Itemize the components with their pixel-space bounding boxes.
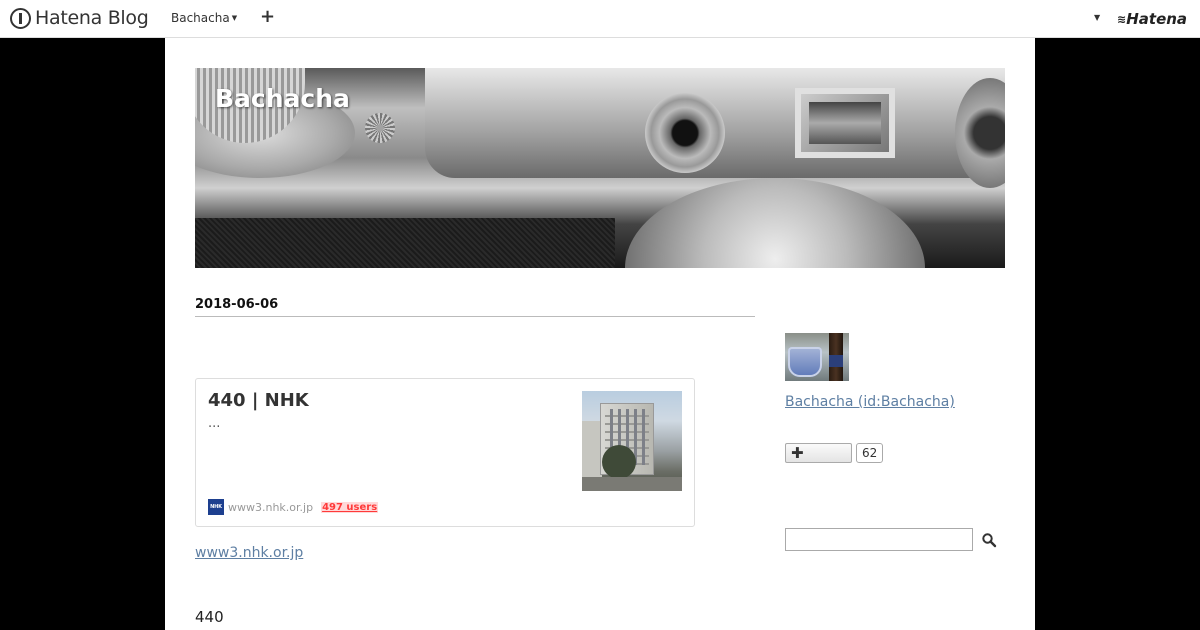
hatena-blog-logo-icon [10,7,31,29]
embedded-link-card[interactable]: 440 | NHK ... NHK www3.nhk.or.jp 497 use… [195,378,695,527]
account-menu-caret-icon[interactable]: ▼ [1094,13,1100,22]
plus-icon: ✚ [791,444,804,462]
banner-leather [195,218,615,268]
banner-eyepiece [645,93,725,173]
global-header: Hatena Blog Bachacha ▼ + ▼ ≋ Hatena [0,0,1200,38]
hatena-blog-logo[interactable]: Hatena Blog [10,7,149,29]
avatar-cup [788,347,822,377]
search-icon[interactable] [981,532,997,548]
entry-body-text: 440 [195,608,224,626]
thumb-building-side [582,421,602,481]
caret-down-icon: ▼ [231,14,238,22]
card-domain: www3.nhk.or.jp [228,500,314,514]
add-button[interactable]: + [260,6,275,27]
profile-avatar[interactable] [785,333,849,381]
follow-button[interactable]: ✚ [785,443,852,463]
blog-menu-dropdown[interactable]: Bachacha ▼ [171,11,237,25]
profile-name-link[interactable]: Bachacha (id:Bachacha) [785,394,955,410]
date-divider [195,316,755,317]
source-link[interactable]: www3.nhk.or.jp [195,545,303,561]
banner-viewfinder-window [795,88,895,158]
hatena-logo[interactable]: ≋ Hatena [1117,10,1187,28]
bookmark-users-badge[interactable]: 497 users [321,501,379,513]
blog-menu-label: Bachacha [171,11,230,25]
avatar-bottle-label [829,355,843,367]
logo-text: Hatena Blog [35,7,149,29]
follower-count: 62 [856,443,884,463]
blog-container: Bachacha 2018-06-06 440 | NHK ... NHK ww… [165,38,1035,630]
card-footer: NHK www3.nhk.or.jp 497 users [208,499,379,515]
entry-date[interactable]: 2018-06-06 [195,297,278,312]
hatena-logo-text: Hatena [1126,10,1188,28]
search-input[interactable] [785,528,973,551]
card-description: ... [208,416,221,431]
header-banner-image[interactable]: Bachacha [195,68,1005,268]
thumb-ground [582,477,682,491]
banner-knob [365,113,395,143]
blog-title[interactable]: Bachacha [215,84,350,113]
nhk-favicon-icon: NHK [208,499,224,515]
card-title[interactable]: 440 | NHK [208,390,309,411]
banner-lens [625,178,925,268]
thumb-tree [602,445,636,479]
hatena-wave-icon: ≋ [1117,12,1126,26]
card-thumbnail[interactable] [582,391,682,491]
